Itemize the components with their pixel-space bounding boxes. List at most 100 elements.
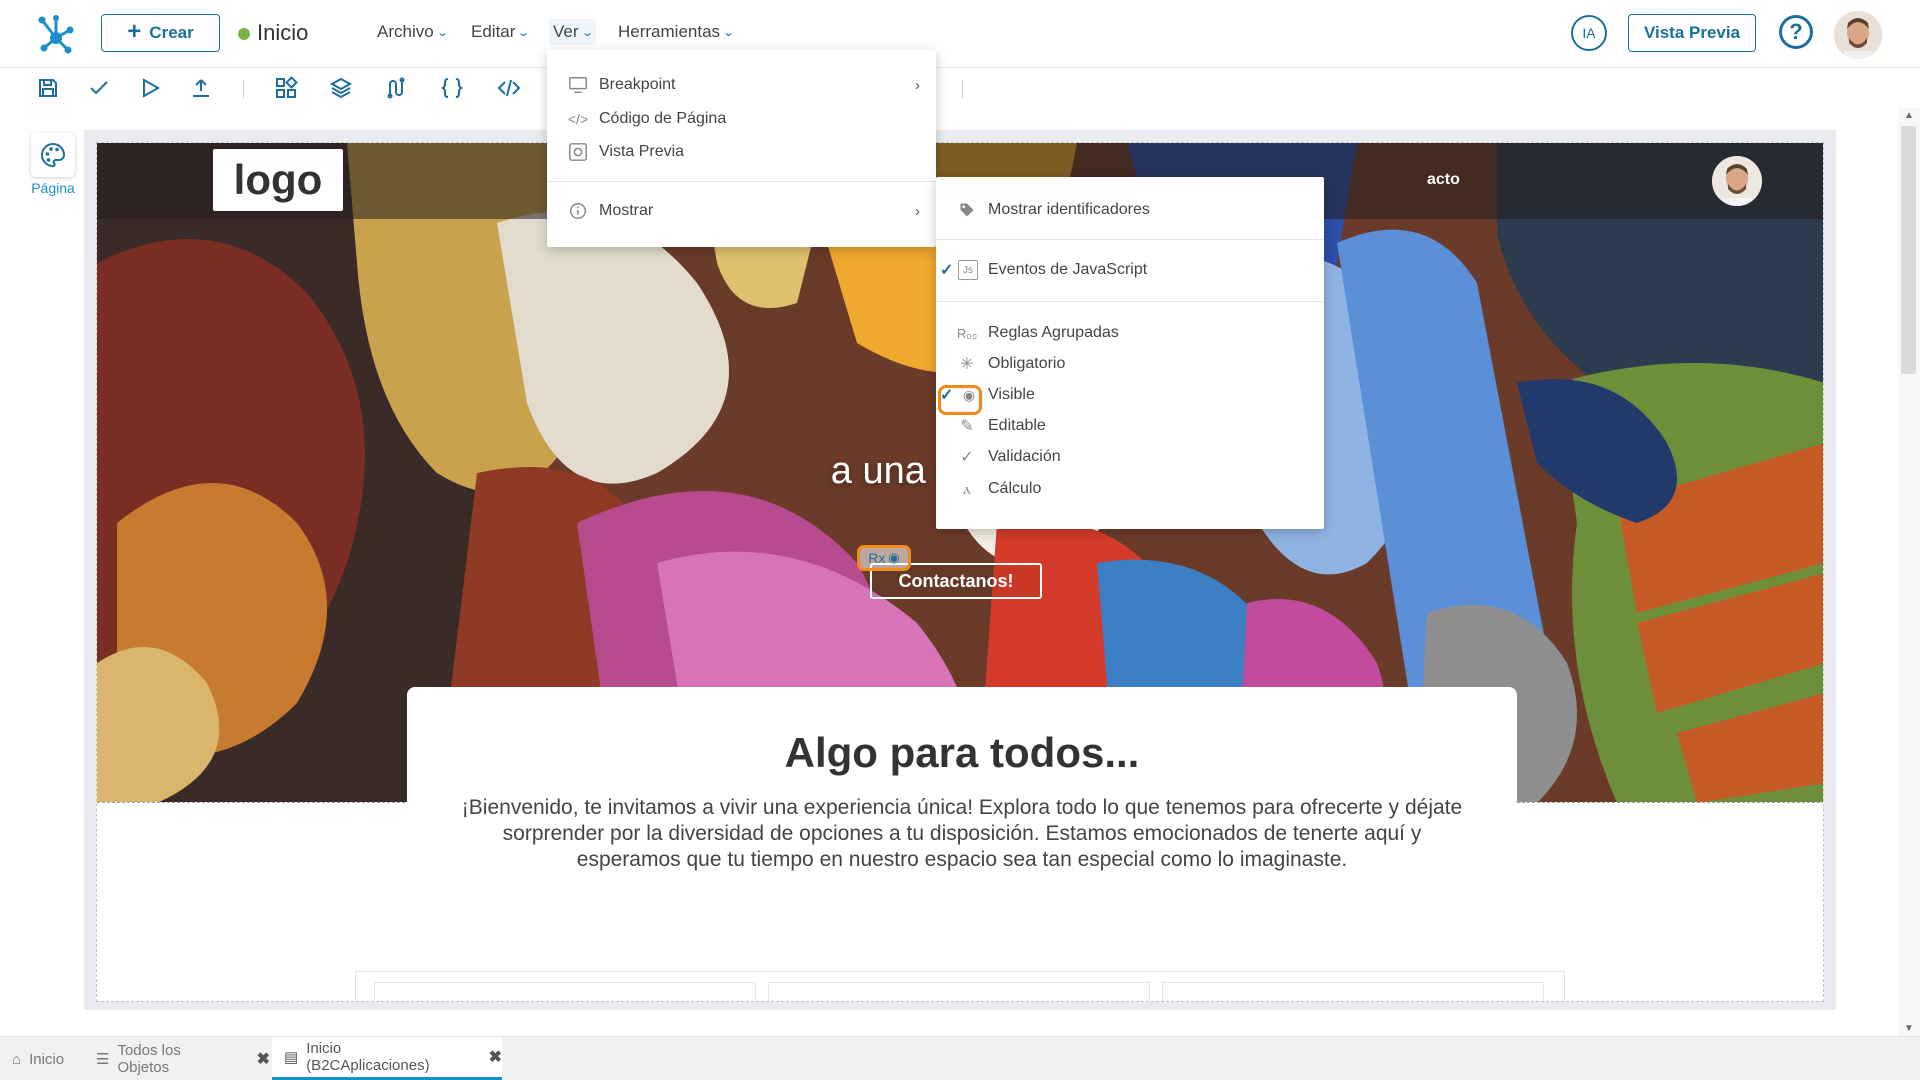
scroll-up-icon[interactable]: ▲ <box>1904 110 1914 121</box>
menu-item-required[interactable]: ✳ Obligatorio <box>936 349 1324 379</box>
palette-icon[interactable] <box>31 133 75 177</box>
card-placeholder[interactable] <box>1162 982 1544 1001</box>
menu-ver[interactable]: Ver ⌄ <box>549 19 596 45</box>
components-icon[interactable] <box>272 74 300 102</box>
menu-item-editable[interactable]: ✎ Editable <box>936 411 1324 441</box>
menu-item-preview[interactable]: Vista Previa <box>547 137 936 167</box>
app-logo-icon[interactable] <box>34 12 78 56</box>
monitor-icon <box>567 74 589 96</box>
flow-icon[interactable] <box>382 74 410 102</box>
menu-item-mostrar[interactable]: Mostrar › <box>547 196 936 226</box>
export-icon[interactable] <box>187 74 215 102</box>
create-button[interactable]: + Crear <box>101 14 220 52</box>
chevron-right-icon: › <box>915 202 920 220</box>
ia-icon: IA <box>1582 25 1596 41</box>
menu-item-label: Editable <box>988 417 1046 434</box>
eye-icon: ◉ <box>888 550 900 565</box>
scrollbar[interactable]: ▲ ▼ <box>1898 108 1920 1036</box>
content-card[interactable]: Algo para todos... ¡Bienvenido, te invit… <box>407 687 1517 927</box>
close-icon[interactable]: ✖ <box>257 1049 270 1069</box>
menu-item-breakpoint[interactable]: Breakpoint › <box>547 70 936 100</box>
menu-item-label: Mostrar <box>599 202 654 219</box>
nav-link-contact[interactable]: acto <box>1427 171 1460 189</box>
list-icon: ☰ <box>96 1051 110 1068</box>
check-icon: ✓ <box>960 449 974 466</box>
code-icon[interactable] <box>495 74 523 102</box>
menu-archivo-label: Archivo <box>377 22 434 41</box>
home-icon: ⌂ <box>12 1050 22 1068</box>
tab-all-objects[interactable]: ☰ Todos los Objetos ✖ <box>84 1037 270 1080</box>
tab-inicio-b2c[interactable]: ▤ Inicio (B2CAplicaciones) ✖ <box>272 1037 502 1080</box>
menu-item-visible[interactable]: ✓ ◉ Visible <box>936 380 1324 410</box>
code-icon: </> <box>567 111 589 127</box>
menu-item-label: Cálculo <box>988 480 1042 497</box>
menu-divider <box>936 239 1324 240</box>
menu-item-show-identifiers[interactable]: Mostrar identificadores <box>936 195 1324 225</box>
site-avatar[interactable] <box>1712 156 1762 206</box>
check-icon[interactable] <box>85 74 113 102</box>
menu-item-validation[interactable]: ✓ Validación <box>936 442 1324 472</box>
play-icon[interactable] <box>136 74 164 102</box>
menu-item-label: Vista Previa <box>599 143 685 160</box>
card-placeholder[interactable] <box>768 982 1150 1001</box>
preview-button[interactable]: Vista Previa <box>1628 14 1756 52</box>
page-icon: ▤ <box>284 1049 299 1066</box>
card-placeholder[interactable] <box>374 982 756 1001</box>
tab-label: Inicio (B2CAplicaciones) <box>306 1040 430 1074</box>
close-icon[interactable]: ✖ <box>489 1047 502 1067</box>
menu-item-label: Reglas Agrupadas <box>988 324 1119 341</box>
visibility-rule-badge[interactable]: Rx ◉ <box>857 545 911 571</box>
toolbar <box>0 68 1920 108</box>
mostrar-submenu: Mostrar identificadores ✓ Js Eventos de … <box>936 177 1324 529</box>
save-icon[interactable] <box>34 74 62 102</box>
card-text[interactable]: ¡Bienvenido, te invitamos a vivir una ex… <box>459 795 1465 873</box>
menu-item-label: Validación <box>988 448 1061 465</box>
bottom-tab-bar: ⌂ Inicio ☰ Todos los Objetos ✖ ▤ Inicio … <box>0 1036 1920 1080</box>
menu-herramientas-label: Herramientas <box>618 22 721 41</box>
ia-button[interactable]: IA <box>1571 15 1607 51</box>
left-rail: Página <box>0 108 84 1036</box>
menu-item-label: Mostrar identificadores <box>988 201 1150 218</box>
menu-item-calculation[interactable]: ⲁ Cálculo <box>936 474 1324 504</box>
menu-item-label: Eventos de JavaScript <box>988 261 1148 278</box>
menu-item-page-code[interactable]: </> Código de Página <box>547 104 936 134</box>
toolbar-divider <box>962 80 963 98</box>
menu-item-label: Visible <box>988 386 1035 403</box>
menu-item-js-events[interactable]: ✓ Js Eventos de JavaScript <box>936 255 1324 285</box>
menu-item-label: Breakpoint <box>599 76 676 93</box>
menu-editar-label: Editar <box>471 22 516 41</box>
menu-item-label: Obligatorio <box>988 355 1066 372</box>
site-logo[interactable]: logo <box>213 149 343 211</box>
asterisk-icon: ✳ <box>960 356 974 373</box>
help-icon[interactable]: ? <box>1779 15 1813 49</box>
menu-ver-label: Ver <box>553 22 579 41</box>
layers-icon[interactable] <box>327 74 355 102</box>
menu-editar[interactable]: Editar ⌄ <box>471 22 531 42</box>
menu-herramientas[interactable]: Herramientas ⌄ <box>618 22 736 42</box>
page-status-dot <box>238 28 250 40</box>
chevron-down-icon: ⌄ <box>722 26 736 39</box>
pencil-icon: ✎ <box>960 418 974 435</box>
braces-icon[interactable] <box>438 74 466 102</box>
chevron-down-icon: ⌄ <box>580 26 594 39</box>
calculation-icon: ⲁ <box>963 480 971 498</box>
ver-dropdown-menu: Breakpoint › </> Código de Página Vista … <box>547 50 936 247</box>
chevron-down-icon: ⌄ <box>517 26 531 39</box>
info-icon <box>567 200 589 222</box>
tab-label: Todos los Objetos <box>117 1042 181 1076</box>
scroll-down-icon[interactable]: ▼ <box>1904 1023 1914 1034</box>
menu-item-grouped-rules[interactable]: R₀₀ Reglas Agrupadas <box>936 318 1324 348</box>
cards-container[interactable] <box>355 971 1565 1001</box>
plus-icon: + <box>127 18 142 45</box>
avatar[interactable] <box>1834 11 1882 59</box>
page-title: Inicio <box>257 20 309 45</box>
toolbar-divider <box>243 80 244 98</box>
js-icon: Js <box>958 260 978 280</box>
top-header: + Crear Inicio Archivo ⌄ Editar ⌄ Ver ⌄ … <box>0 0 1920 68</box>
menu-archivo[interactable]: Archivo ⌄ <box>377 22 449 42</box>
card-title[interactable]: Algo para todos... <box>407 729 1517 777</box>
preview-icon <box>567 141 589 163</box>
page-tool-label[interactable]: Página <box>24 180 82 196</box>
scroll-thumb[interactable] <box>1901 126 1916 374</box>
tab-inicio[interactable]: ⌂ Inicio <box>0 1037 84 1080</box>
